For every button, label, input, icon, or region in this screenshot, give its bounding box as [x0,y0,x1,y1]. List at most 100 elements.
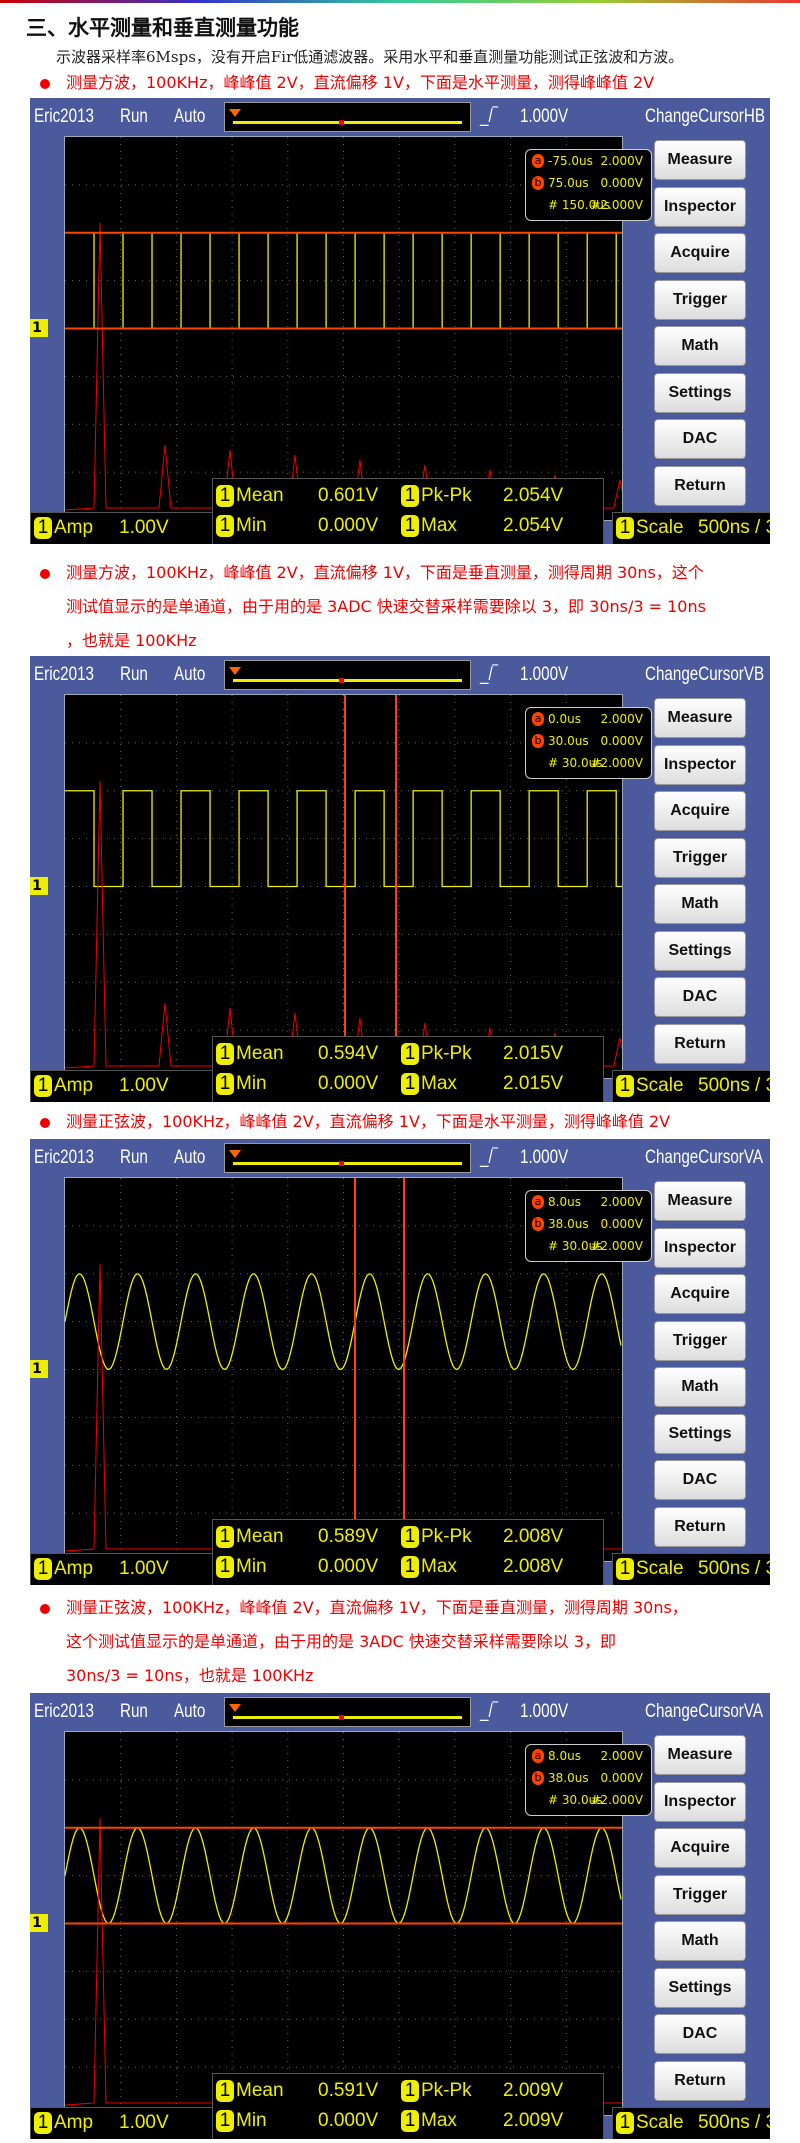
signal-trace [65,1827,622,1925]
menu-button-inspector[interactable]: Inspector [654,1781,746,1822]
menu-button-return[interactable]: Return [654,1506,746,1547]
cursor-mode-button[interactable]: ChangeCursorVA [645,1147,763,1169]
menu-button-return[interactable]: Return [654,2060,746,2101]
menu-button-math[interactable]: Math [654,1367,746,1407]
trigger-position-bar[interactable] [224,102,471,132]
channel-1-ground-marker[interactable]: 1 [30,1913,48,1932]
cursor-volt: 2.000V [600,154,643,168]
menu-button-math[interactable]: Math [654,326,746,366]
cursor-delta-row: # 150.0us #2.000V [526,194,651,216]
mean: 1 Mean 0.589V [216,1526,378,1548]
trigger-position-bar[interactable] [224,1697,471,1727]
cursor-time: 75.0us [548,176,589,190]
max-label: Max [421,2110,457,2131]
menu-button-inspector[interactable]: Inspector [654,744,746,785]
signal-trace [65,790,622,888]
cursor-mode-button[interactable]: ChangeCursorVA [645,1701,763,1723]
trigger-arrow-icon [229,109,241,117]
min-value: 0.000V [318,515,379,536]
trigger-mode[interactable]: Auto [174,1147,205,1169]
timebase-scale-readout: 1 Scale 500ns / 3 [612,512,770,544]
cursor-readout-row: b 30.0us 0.000V [526,730,651,752]
waveform-screen[interactable]: a -75.0us 2.000V b 75.0us 0.000V # 150.0us #2.0… [64,136,652,521]
menu-button-math[interactable]: Math [654,1921,746,1961]
bullet-icon [40,79,50,89]
scope-top-bar: Eric2013 Run Auto _/‾ 1.000V ChangeCursorHB [30,98,770,136]
timebase-scale-readout: 1 Scale 500ns / 3 [612,1070,770,1102]
menu-button-acquire[interactable]: Acquire [654,791,746,831]
trigger-track [233,121,462,124]
channel-1-ground-marker[interactable]: 1 [30,318,48,337]
measurement-readout: 1 Mean 0.601V 1 Pk-Pk 2.054V 1 Min 0.000V 1 Max 2.0… [212,478,604,544]
cursor-time: -75.0us [548,154,593,168]
min: 1 Min 0.000V [216,2110,378,2132]
menu-button-dac[interactable]: DAC [654,1460,746,1500]
channel-badge-icon: 1 [616,1075,634,1097]
scale-label: Scale [636,2112,684,2133]
oscilloscope-panel: Eric2013 Run Auto _/‾ 1.000V ChangeCursorVA a 8… [30,1139,770,1585]
cursor-delta-row: # 30.0us #2.000V [526,1789,651,1811]
menu-button-inspector[interactable]: Inspector [654,186,746,227]
amplitude-value: 1.00V [119,1558,169,1579]
cursor-time: 8.0us [548,1749,581,1763]
menu-button-return[interactable]: Return [654,1023,746,1064]
run-state[interactable]: Run [120,1701,148,1723]
menu-button-return[interactable]: Return [654,465,746,506]
trigger-mode[interactable]: Auto [174,664,205,686]
waveform-screen[interactable]: a 8.0us 2.000V b 38.0us 0.000V # 30.0us #2.000V [64,1177,652,1562]
menu-button-trigger[interactable]: Trigger [654,837,746,878]
menu-button-inspector[interactable]: Inspector [654,1227,746,1268]
menu-button-measure[interactable]: Measure [654,698,746,738]
cursor-time: 38.0us [548,1771,589,1785]
menu-button-settings[interactable]: Settings [654,1413,746,1454]
measurement-readout: 1 Mean 0.589V 1 Pk-Pk 2.008V 1 Min 0.000V 1 Max 2.0… [212,1519,604,1585]
cursor-readout-box: a 8.0us 2.000V b 38.0us 0.000V # 30.0us #2.000V [525,1744,652,1816]
cursor-label-icon: a [532,1749,544,1763]
run-state[interactable]: Run [120,1147,148,1169]
max-label: Max [421,515,457,536]
menu-button-measure[interactable]: Measure [654,1735,746,1775]
menu-button-dac[interactable]: DAC [654,2014,746,2054]
menu-button-settings[interactable]: Settings [654,930,746,971]
menu-button-trigger[interactable]: Trigger [654,1874,746,1915]
max: 1 Max 2.054V [401,515,563,537]
menu-button-acquire[interactable]: Acquire [654,1828,746,1868]
cursor-volt: 0.000V [600,1217,643,1231]
trigger-mode[interactable]: Auto [174,106,205,128]
max: 1 Max 2.015V [401,1073,563,1095]
max-value: 2.015V [503,1073,564,1094]
menu-button-acquire[interactable]: Acquire [654,233,746,273]
channel-badge-icon: 1 [616,1558,634,1580]
cursor-mode-button[interactable]: ChangeCursorVB [645,664,764,686]
menu-button-trigger[interactable]: Trigger [654,279,746,320]
trigger-position-bar[interactable] [224,1143,471,1173]
min-value: 0.000V [318,2110,379,2131]
delta-volt: #2.000V [590,1793,643,1807]
signal-trace [65,1273,622,1371]
waveform-screen[interactable]: a 0.0us 2.000V b 30.0us 0.000V # 30.0us #2.000V [64,694,652,1079]
cursor-label-icon: a [532,154,544,168]
menu-button-dac[interactable]: DAC [654,977,746,1017]
channel-1-ground-marker[interactable]: 1 [30,876,48,895]
menu-button-acquire[interactable]: Acquire [654,1274,746,1314]
menu-button-math[interactable]: Math [654,884,746,924]
menu-button-settings[interactable]: Settings [654,372,746,413]
menu-button-trigger[interactable]: Trigger [654,1320,746,1361]
channel-1-ground-marker[interactable]: 1 [30,1359,48,1378]
menu-button-measure[interactable]: Measure [654,1181,746,1221]
delta-volt: #2.000V [590,756,643,770]
menu-button-measure[interactable]: Measure [654,140,746,180]
cursor-mode-button[interactable]: ChangeCursorHB [645,106,765,128]
trigger-mode[interactable]: Auto [174,1701,205,1723]
waveform-screen[interactable]: a 8.0us 2.000V b 38.0us 0.000V # 30.0us #2.000V [64,1731,652,2116]
run-state[interactable]: Run [120,664,148,686]
oscilloscope-panel: Eric2013 Run Auto _/‾ 1.000V ChangeCursorHB a -… [30,98,770,544]
scale-value: 500ns / 3 [698,517,770,538]
cursor-volt: 2.000V [600,1749,643,1763]
measurement-readout: 1 Mean 0.591V 1 Pk-Pk 2.009V 1 Min 0.000V 1 Max 2.0… [212,2073,604,2139]
trigger-position-bar[interactable] [224,660,471,690]
pk-pk: 1 Pk-Pk 2.009V [401,2080,563,2102]
menu-button-dac[interactable]: DAC [654,419,746,459]
menu-button-settings[interactable]: Settings [654,1967,746,2008]
run-state[interactable]: Run [120,106,148,128]
